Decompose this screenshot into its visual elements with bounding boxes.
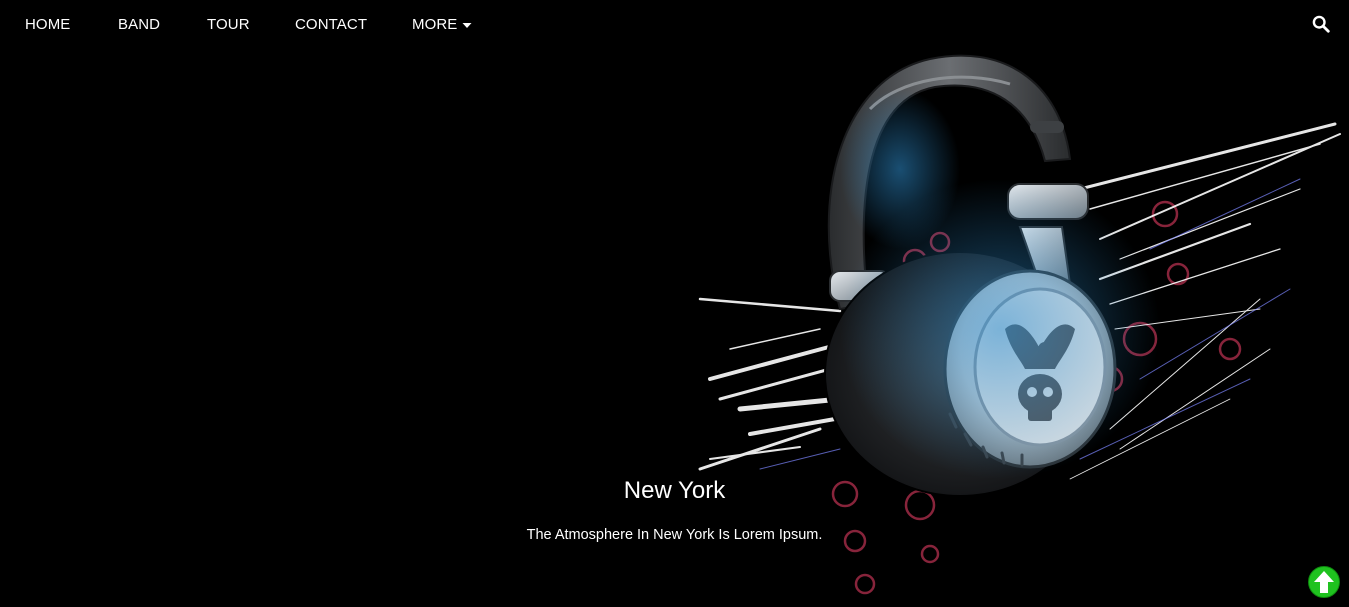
hero-headphones-image <box>698 54 1341 595</box>
slide-title: New York <box>623 477 726 504</box>
nav-home-link[interactable]: HOME <box>25 0 70 49</box>
top-navbar: HOME BAND TOUR CONTACT MORE <box>0 0 1349 49</box>
scroll-to-top-button[interactable] <box>1308 566 1340 598</box>
nav-more-dropdown[interactable]: MORE <box>412 0 472 49</box>
hero-slide: New York The Atmosphere In New York Is L… <box>0 49 1349 607</box>
nav-contact-link[interactable]: CONTACT <box>295 0 367 49</box>
search-icon[interactable] <box>1312 15 1332 35</box>
nav-band-link[interactable]: BAND <box>118 0 160 49</box>
arrow-up-circle-icon <box>1308 566 1340 598</box>
nav-more-label: MORE <box>412 16 458 33</box>
nav-tour-link[interactable]: TOUR <box>207 0 250 49</box>
caret-down-icon <box>462 0 472 49</box>
slide-description: The Atmosphere In New York Is Lorem Ipsu… <box>526 527 823 543</box>
